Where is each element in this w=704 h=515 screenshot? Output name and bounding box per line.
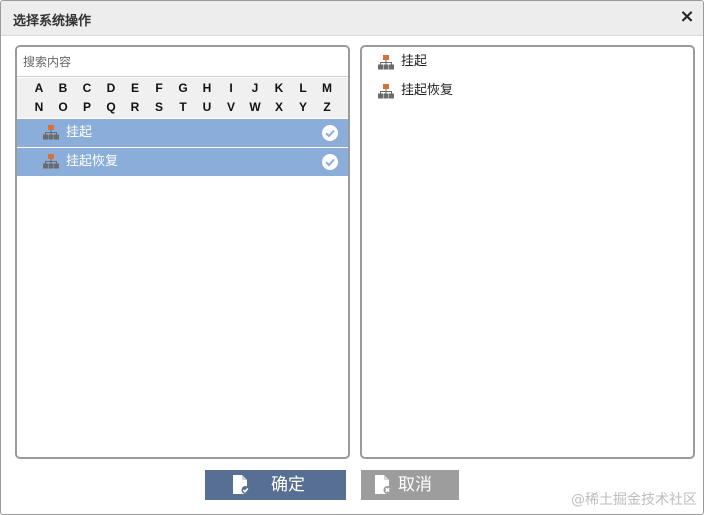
selected-list: 挂起 挂起恢复 [362,47,693,105]
org-chart-icon [43,125,59,144]
confirm-button-label: 确定 [271,475,305,495]
letter-filter-n[interactable]: N [27,97,51,117]
cancel-button-label: 取消 [398,475,432,495]
selected-operations-panel: 挂起 挂起恢复 [360,45,695,459]
letter-filter-w[interactable]: W [243,97,267,117]
letter-filter-k[interactable]: K [267,78,291,98]
operation-item-suspend[interactable]: 挂起 [17,119,348,148]
available-operations-panel: ABCDEFGHIJKLM NOPQRSTUVWXYZ 挂起 挂起恢复 [15,45,350,459]
dialog-titlebar: 选择系统操作 × [1,1,703,36]
alphabet-filter: ABCDEFGHIJKLM NOPQRSTUVWXYZ [17,78,348,118]
letter-filter-u[interactable]: U [195,97,219,117]
select-operation-dialog: 选择系统操作 × ABCDEFGHIJKLM NOPQRSTUVWXYZ 挂起 [0,0,704,515]
document-check-icon [232,475,250,500]
letter-filter-j[interactable]: J [243,78,267,98]
letter-filter-z[interactable]: Z [315,97,339,117]
watermark: @稀土掘金技术社区 [571,492,697,508]
selected-item-suspend-resume[interactable]: 挂起恢复 [362,76,693,105]
letter-filter-a[interactable]: A [27,78,51,98]
letter-filter-g[interactable]: G [171,78,195,98]
cancel-button[interactable]: 取消 [361,470,459,500]
selected-item-suspend[interactable]: 挂起 [362,47,693,76]
alphabet-row-2: NOPQRSTUVWXYZ [27,97,339,117]
operation-label: 挂起 [66,125,93,140]
letter-filter-r[interactable]: R [123,97,147,117]
letter-filter-y[interactable]: Y [291,97,315,117]
search-input[interactable] [17,47,348,77]
operation-list: 挂起 挂起恢复 [17,119,348,177]
alphabet-row-1: ABCDEFGHIJKLM [27,78,339,98]
letter-filter-h[interactable]: H [195,78,219,98]
letter-filter-o[interactable]: O [51,97,75,117]
org-chart-icon [378,55,394,74]
letter-filter-d[interactable]: D [99,78,123,98]
letter-filter-i[interactable]: I [219,78,243,98]
letter-filter-f[interactable]: F [147,78,171,98]
selected-item-label: 挂起 [401,54,428,69]
letter-filter-c[interactable]: C [75,78,99,98]
letter-filter-q[interactable]: Q [99,97,123,117]
org-chart-icon [378,84,394,103]
letter-filter-m[interactable]: M [315,78,339,98]
letter-filter-p[interactable]: P [75,97,99,117]
confirm-button[interactable]: 确定 [205,470,346,500]
letter-filter-t[interactable]: T [171,97,195,117]
selected-item-label: 挂起恢复 [401,83,454,98]
letter-filter-v[interactable]: V [219,97,243,117]
letter-filter-s[interactable]: S [147,97,171,117]
letter-filter-l[interactable]: L [291,78,315,98]
check-circle-icon [322,125,338,141]
check-circle-icon [322,154,338,170]
operation-label: 挂起恢复 [66,154,119,169]
dialog-title: 选择系统操作 [13,14,92,29]
letter-filter-x[interactable]: X [267,97,291,117]
operation-item-suspend-resume[interactable]: 挂起恢复 [17,148,348,177]
letter-filter-e[interactable]: E [123,78,147,98]
close-icon[interactable]: × [679,8,695,26]
org-chart-icon [43,154,59,173]
letter-filter-b[interactable]: B [51,78,75,98]
document-close-icon [374,475,392,500]
